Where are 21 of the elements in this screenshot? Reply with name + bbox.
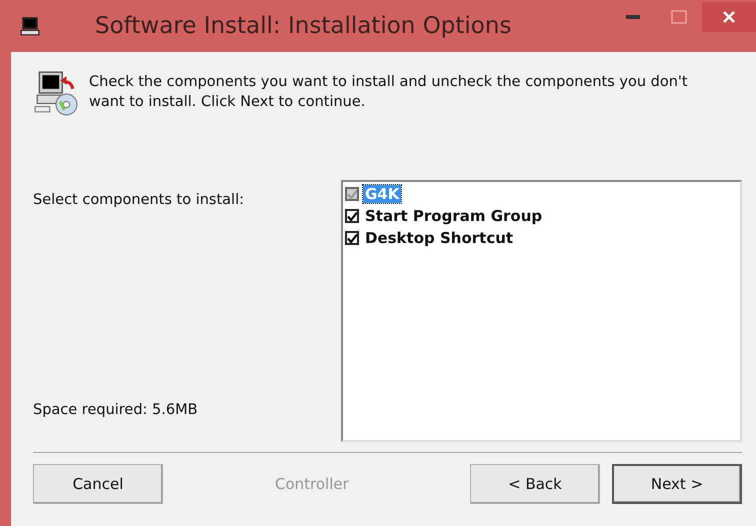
instruction-text: Check the components you want to install and uncheck the components you don't want to install. Click Next to continue. — [89, 73, 689, 112]
nav-button[interactable]: < Back — [470, 464, 600, 504]
component-label: G4K — [363, 185, 402, 203]
computer-icon — [19, 15, 41, 37]
close-button[interactable] — [702, 2, 756, 32]
computer-disc-icon — [33, 70, 79, 116]
checkbox[interactable] — [345, 231, 359, 245]
minimize-icon — [626, 15, 640, 19]
component-label: Desktop Shortcut — [364, 229, 514, 247]
close-icon — [722, 10, 736, 24]
space-required-text: Space required: 5.6MB — [33, 402, 199, 418]
component-label: Start Program Group — [364, 207, 544, 225]
component-item[interactable]: Start Program Group — [345, 205, 738, 227]
select-components-label: Select components to install: — [33, 192, 245, 208]
maximize-icon — [671, 10, 687, 24]
cancel-button[interactable]: Cancel — [33, 464, 163, 504]
component-item[interactable]: Desktop Shortcut — [345, 227, 738, 249]
checkbox[interactable] — [345, 209, 359, 223]
brand-text: Controller — [275, 475, 349, 493]
nav-button[interactable]: Next > — [612, 464, 742, 504]
window-title: Software Install: Installation Options — [95, 13, 512, 39]
